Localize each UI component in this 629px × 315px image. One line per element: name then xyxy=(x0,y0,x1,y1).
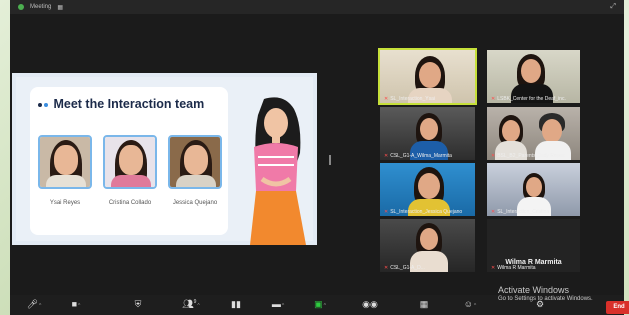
shield-icon: ⛨ xyxy=(134,299,142,309)
zoom-meeting-window: Meeting ▦ ⤢ Meet the Interaction team Ys… xyxy=(10,0,629,315)
mic-muted-icon: ✕ xyxy=(491,153,496,159)
grid-icon: ▦ xyxy=(419,299,429,309)
share-screen-icon: ▣ xyxy=(314,299,323,309)
microphone-icon: 🎤︎ xyxy=(26,299,39,309)
breakout-rooms-button[interactable]: ▦ xyxy=(414,299,434,311)
mic-muted-icon: ✕ xyxy=(491,265,496,271)
video-tile-1[interactable]: ✕ SL_Interaction_Ysai xyxy=(378,48,477,105)
member-photo-ysai xyxy=(38,135,92,189)
chevron-up-icon[interactable]: ^ xyxy=(78,303,80,309)
record-button[interactable]: ◉◉ xyxy=(360,299,380,311)
team-card: Meet the Interaction team Ysai Reyes Cri… xyxy=(30,87,228,235)
video-tile-8[interactable]: Wilma R Marmita ✕ Wilma R Marmita xyxy=(487,219,580,272)
title-bar: Meeting ▦ ⤢ xyxy=(10,0,624,14)
video-tile-7[interactable]: ✕ CSL_G1-A_D... xyxy=(380,219,475,272)
mic-muted-icon: ✕ xyxy=(384,153,389,159)
chat-bubble-icon: ▬ xyxy=(271,299,281,309)
shared-screen: Meet the Interaction team Ysai Reyes Cri… xyxy=(12,73,317,245)
member-name-2: Cristina Collado xyxy=(108,200,152,206)
mic-muted-icon: ✕ xyxy=(384,96,389,102)
video-tile-2[interactable]: ✕ LSBK_Center for the Deaf_inc. xyxy=(487,50,580,103)
fullscreen-icon[interactable]: ⤢ xyxy=(610,3,616,11)
member-name-3: Jessica Quejano xyxy=(172,200,218,206)
chevron-up-icon[interactable]: ^ xyxy=(39,303,41,309)
video-tile-4[interactable]: ✕ BSL_B2_Parents_Judy Reyes xyxy=(487,107,580,160)
reactions-button[interactable]: ☺^ xyxy=(460,299,480,311)
view-options-icon[interactable]: ▦ xyxy=(57,4,63,11)
security-button[interactable]: ⛨ xyxy=(128,299,148,311)
bullet-dot-blue-icon xyxy=(44,102,48,107)
security-shield-icon[interactable] xyxy=(18,4,24,10)
slide-title: Meet the Interaction team xyxy=(38,95,228,111)
mic-muted-icon: ✕ xyxy=(384,209,389,215)
tile-label: CSL_G1-A_D... xyxy=(390,265,425,271)
slide-title-text: Meet the Interaction team xyxy=(53,97,205,111)
participants-count: 9 xyxy=(193,299,197,305)
smiley-icon: ☺ xyxy=(463,299,473,309)
window-title: Meeting xyxy=(30,4,52,10)
mute-button[interactable]: 🎤︎^ xyxy=(24,299,44,311)
member-photo-cristina xyxy=(103,135,157,189)
polls-button[interactable]: ▮▮ xyxy=(226,299,246,311)
video-tile-3[interactable]: ✕ CSL_G1-A_Wilma_Marmita xyxy=(380,107,475,160)
mic-muted-icon: ✕ xyxy=(491,209,496,215)
activate-windows-watermark: Activate Windows Go to Settings to activ… xyxy=(498,285,593,302)
woman-illustration xyxy=(250,97,306,245)
tile-label: SL_Interaction_Ysai xyxy=(390,96,435,102)
activate-windows-subtitle: Go to Settings to activate Windows. xyxy=(498,296,593,302)
chevron-up-icon[interactable]: ^ xyxy=(474,303,476,309)
tile-label: CSL_G1-A_Wilma_Marmita xyxy=(390,153,452,159)
end-meeting-button[interactable]: End xyxy=(606,301,629,314)
share-screen-button[interactable]: ▣^ xyxy=(310,299,330,311)
video-button[interactable]: ■^ xyxy=(66,299,86,311)
slide: Meet the Interaction team Ysai Reyes Cri… xyxy=(16,77,313,245)
bullet-dot-icon xyxy=(38,102,42,107)
video-tile-6[interactable]: ✕ SL_Interaction_Cristina xyxy=(487,163,580,216)
split-view-handle[interactable] xyxy=(329,155,331,165)
tile-label: SL_Interaction_Cristina xyxy=(497,209,550,215)
activate-windows-title: Activate Windows xyxy=(498,285,570,295)
video-tile-5[interactable]: ✕ SL_Interaction_Jessica Quejano xyxy=(380,163,475,216)
mic-muted-icon: ✕ xyxy=(491,96,496,102)
camera-icon: ■ xyxy=(71,299,78,309)
member-photo-jessica xyxy=(168,135,222,189)
people-icon: 👥︎ xyxy=(182,299,194,309)
chat-button[interactable]: ▬^ xyxy=(268,299,288,311)
chevron-up-icon[interactable]: ^ xyxy=(197,303,199,309)
tile-label: LSBK_Center for the Deaf_inc. xyxy=(497,96,566,102)
tile-label: SL_Interaction_Jessica Quejano xyxy=(390,209,463,215)
member-name-1: Ysai Reyes xyxy=(49,200,81,206)
record-icon: ◉◉ xyxy=(362,299,378,309)
tile-label: BSL_B2_Parents_Judy Reyes xyxy=(497,153,565,159)
participants-button[interactable]: 👥︎9^ xyxy=(176,299,206,311)
chevron-up-icon[interactable]: ^ xyxy=(324,303,326,309)
tile-label: Wilma R Marmita xyxy=(497,265,536,271)
chevron-up-icon[interactable]: ^ xyxy=(282,303,284,309)
mic-muted-icon: ✕ xyxy=(384,265,389,271)
bar-chart-icon: ▮▮ xyxy=(231,299,241,309)
